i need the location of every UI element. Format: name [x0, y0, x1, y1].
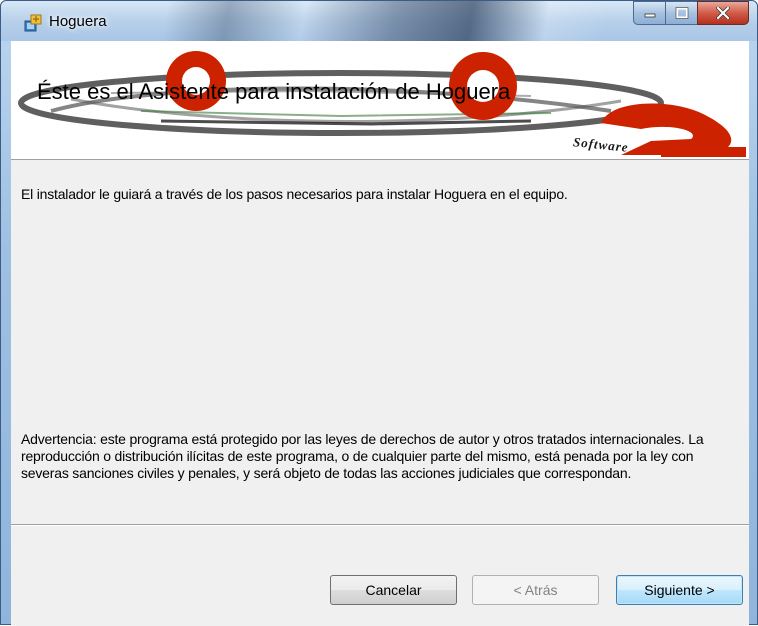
installer-icon[interactable] — [23, 13, 43, 33]
dialog-client-area: Éste es el Asistente para instalación de… — [11, 41, 749, 626]
button-separator-highlight — [11, 525, 749, 526]
maximize-icon — [675, 7, 688, 19]
back-button[interactable]: < Atrás — [472, 575, 599, 605]
caption-buttons — [633, 1, 749, 25]
next-button[interactable]: Siguiente > — [616, 575, 743, 605]
intro-text: El instalador le guiará a través de los … — [21, 186, 568, 202]
maximize-button[interactable] — [665, 1, 697, 25]
close-button[interactable] — [697, 1, 749, 25]
copyright-warning: Advertencia: este programa está protegid… — [21, 431, 704, 481]
title-bar[interactable]: Hoguera — [1, 1, 757, 41]
cancel-button[interactable]: Cancelar — [330, 575, 457, 605]
banner-heading: Éste es el Asistente para instalación de… — [37, 79, 511, 104]
header-banner: Éste es el Asistente para instalación de… — [11, 41, 749, 160]
minimize-icon — [644, 13, 655, 18]
window-title: Hoguera — [49, 13, 107, 30]
minimize-button[interactable] — [633, 1, 665, 25]
installer-window: Hoguera Éste es el Asistente para instal… — [0, 0, 758, 626]
close-icon — [716, 7, 730, 19]
